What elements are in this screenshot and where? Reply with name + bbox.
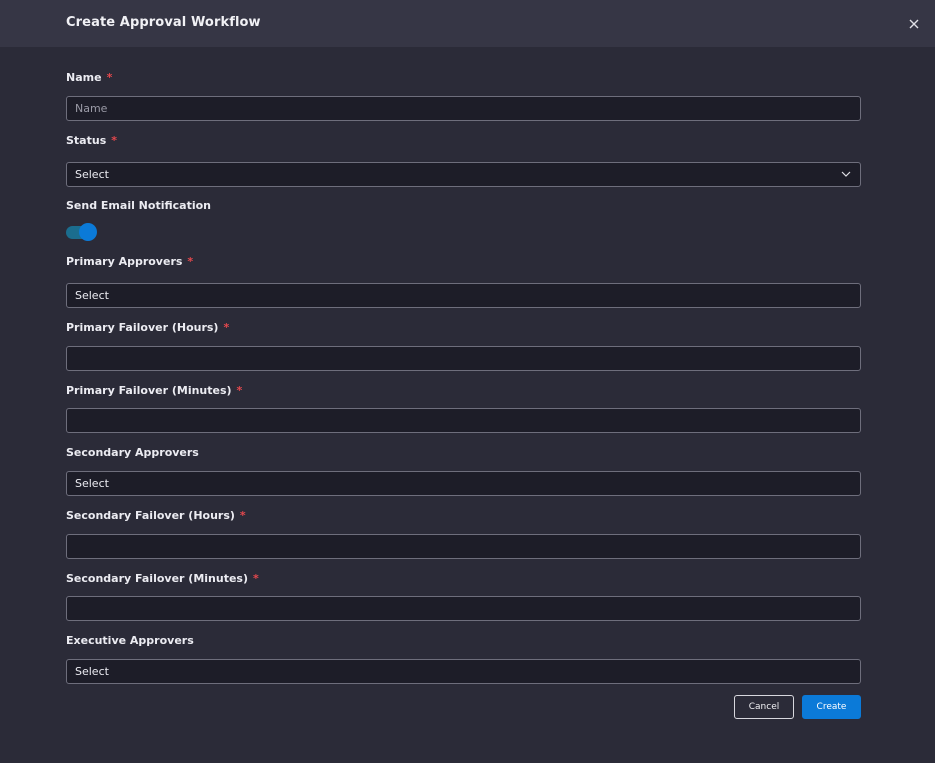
primary-failover-hours-label-text: Primary Failover (Hours) — [66, 321, 219, 334]
required-marker: * — [253, 572, 259, 585]
required-marker: * — [106, 71, 113, 84]
name-label-text: Name — [66, 71, 102, 84]
chevron-down-icon — [841, 171, 851, 177]
secondary-failover-hours-input[interactable] — [66, 534, 861, 559]
toggle-knob — [79, 223, 97, 241]
primary-failover-hours-label: Primary Failover (Hours) * — [66, 321, 229, 334]
secondary-failover-minutes-label: Secondary Failover (Minutes) * — [66, 572, 259, 585]
secondary-failover-hours-label: Secondary Failover (Hours) * — [66, 509, 246, 522]
required-marker: * — [111, 134, 118, 147]
close-button[interactable] — [906, 16, 922, 32]
status-label-text: Status — [66, 134, 107, 147]
executive-approvers-select[interactable]: Select — [66, 659, 861, 684]
primary-approvers-label: Primary Approvers * — [66, 255, 193, 268]
create-approval-workflow-dialog: Create Approval Workflow Name * Name Stat… — [0, 0, 935, 763]
required-marker: * — [236, 384, 243, 397]
status-label: Status * — [66, 134, 117, 147]
required-marker: * — [223, 321, 230, 334]
name-placeholder: Name — [75, 102, 108, 115]
create-button[interactable]: Create — [802, 695, 861, 719]
primary-approvers-select[interactable]: Select — [66, 283, 861, 308]
secondary-approvers-value: Select — [75, 477, 109, 490]
primary-failover-minutes-label: Primary Failover (Minutes) * — [66, 384, 242, 397]
name-label: Name * — [66, 71, 112, 84]
secondary-failover-hours-label-text: Secondary Failover (Hours) — [66, 509, 235, 522]
secondary-failover-minutes-input[interactable] — [66, 596, 861, 621]
cancel-button[interactable]: Cancel — [734, 695, 794, 719]
secondary-approvers-label: Secondary Approvers — [66, 446, 199, 459]
dialog-title: Create Approval Workflow — [66, 15, 261, 30]
primary-approvers-label-text: Primary Approvers — [66, 255, 183, 268]
dialog-header: Create Approval Workflow — [0, 0, 935, 47]
status-select[interactable]: Select — [66, 162, 861, 187]
required-marker: * — [239, 509, 246, 522]
primary-failover-minutes-input[interactable] — [66, 408, 861, 433]
executive-approvers-label: Executive Approvers — [66, 634, 194, 647]
status-select-value: Select — [75, 168, 109, 181]
secondary-failover-minutes-label-text: Secondary Failover (Minutes) — [66, 572, 248, 585]
primary-approvers-value: Select — [75, 289, 109, 302]
send-email-label: Send Email Notification — [66, 199, 211, 212]
secondary-approvers-select[interactable]: Select — [66, 471, 861, 496]
primary-failover-minutes-label-text: Primary Failover (Minutes) — [66, 384, 232, 397]
executive-approvers-value: Select — [75, 665, 109, 678]
close-icon — [909, 19, 919, 29]
required-marker: * — [187, 255, 194, 268]
send-email-toggle[interactable] — [66, 223, 97, 242]
primary-failover-hours-input[interactable] — [66, 346, 861, 371]
name-input[interactable]: Name — [66, 96, 861, 121]
